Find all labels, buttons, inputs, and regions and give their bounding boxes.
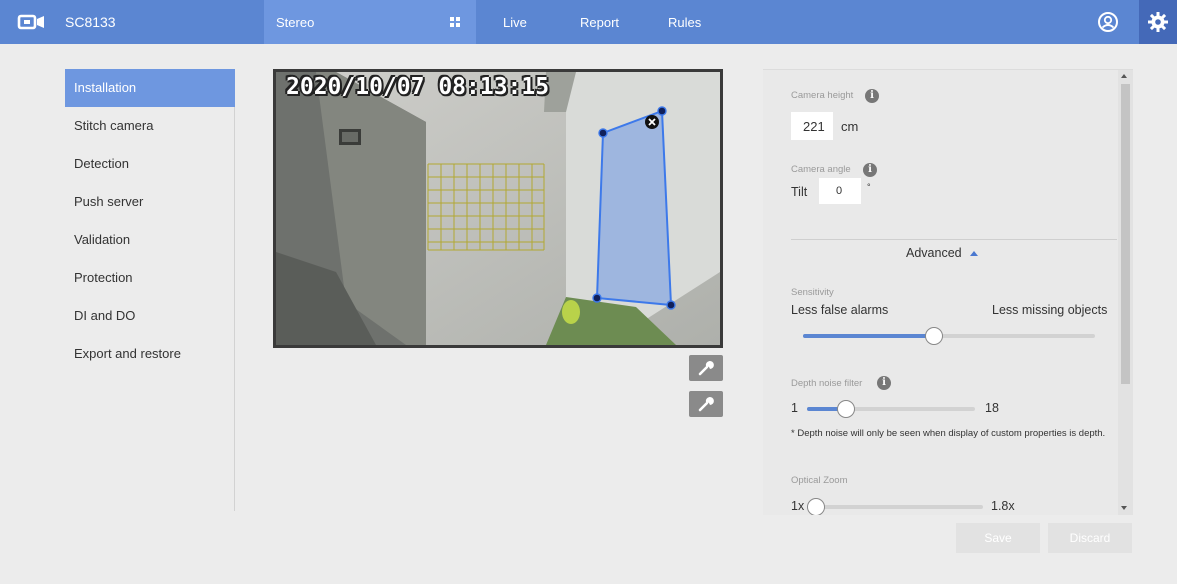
scrollbar-thumb[interactable]: [1121, 84, 1130, 384]
sidebar-item-validation[interactable]: Validation: [65, 221, 235, 259]
sensitivity-right-label: Less missing objects: [992, 303, 1108, 317]
info-icon[interactable]: i: [877, 376, 891, 390]
tilt-label: Tilt: [791, 185, 808, 199]
scroll-down-icon[interactable]: [1121, 506, 1127, 510]
slider-knob[interactable]: [836, 400, 855, 418]
top-bar: SC8133 Stereo Live Report Rules: [0, 0, 1177, 44]
user-icon[interactable]: [1097, 11, 1119, 33]
nav-live[interactable]: Live: [503, 15, 527, 30]
sidebar-item-push-server[interactable]: Push server: [65, 183, 235, 221]
nav-rules[interactable]: Rules: [668, 15, 701, 30]
video-timestamp: 2020/10/07 08:13:15: [286, 74, 550, 100]
sidebar-item-protection[interactable]: Protection: [65, 259, 235, 297]
sidebar-item-di-and-do[interactable]: DI and DO: [65, 297, 235, 335]
nav-report[interactable]: Report: [580, 15, 619, 30]
slider-knob[interactable]: [806, 498, 825, 515]
discard-button[interactable]: Discard: [1048, 523, 1132, 553]
grid-icon[interactable]: [450, 17, 460, 27]
camera-scene: [276, 72, 720, 345]
wrench-icon: [698, 361, 714, 376]
section-divider: [791, 239, 1117, 240]
camera-angle-label: Camera angle: [791, 164, 851, 175]
close-icon[interactable]: [645, 115, 659, 129]
settings-button[interactable]: [1139, 0, 1177, 44]
device-model: SC8133: [65, 14, 116, 30]
optical-zoom-min: 1x: [791, 499, 805, 513]
gear-icon: [1148, 12, 1168, 32]
sidebar-item-detection[interactable]: Detection: [65, 145, 235, 183]
wrench-icon: [698, 397, 714, 412]
vivotek-logo-icon[interactable]: [17, 13, 47, 31]
tilt-input[interactable]: [819, 178, 861, 204]
depth-noise-note: * Depth noise will only be seen when dis…: [791, 428, 1106, 439]
camera-height-unit: cm: [841, 119, 859, 134]
sidebar: Installation Stitch camera Detection Pus…: [65, 69, 235, 511]
depth-noise-filter-label: Depth noise filter: [791, 378, 863, 389]
camera-height-input[interactable]: [791, 112, 833, 140]
save-button[interactable]: Save: [956, 523, 1040, 553]
slider-fill: [803, 334, 935, 338]
sensitivity-label: Sensitivity: [791, 287, 834, 298]
sidebar-item-stitch-camera[interactable]: Stitch camera: [65, 107, 235, 145]
sensitivity-slider[interactable]: [803, 327, 1095, 345]
info-icon[interactable]: i: [863, 163, 877, 177]
video-tool-button[interactable]: [689, 355, 723, 381]
video-tool-button-2[interactable]: [689, 391, 723, 417]
sidebar-item-export-and-restore[interactable]: Export and restore: [65, 335, 235, 373]
camera-video-view[interactable]: 2020/10/07 08:13:15: [273, 69, 723, 348]
depth-noise-slider[interactable]: [807, 400, 975, 418]
tilt-unit: °: [867, 182, 871, 192]
optical-zoom-slider[interactable]: [806, 498, 983, 515]
advanced-toggle[interactable]: Advanced: [906, 246, 978, 260]
settings-panel: Camera height i cm Camera angle i Tilt °…: [763, 69, 1133, 515]
advanced-label: Advanced: [906, 246, 962, 260]
depth-noise-min: 1: [791, 401, 798, 415]
stereo-mode-selector[interactable]: Stereo: [264, 0, 476, 44]
optical-zoom-max: 1.8x: [991, 499, 1015, 513]
camera-height-label: Camera height: [791, 90, 854, 101]
chevron-up-icon: [969, 251, 978, 257]
mode-label: Stereo: [276, 15, 315, 30]
info-icon[interactable]: i: [865, 89, 879, 103]
sensitivity-left-label: Less false alarms: [791, 303, 889, 317]
slider-knob[interactable]: [925, 327, 944, 345]
optical-zoom-label: Optical Zoom: [791, 475, 848, 486]
sidebar-item-installation[interactable]: Installation: [65, 69, 235, 107]
scroll-up-icon[interactable]: [1121, 74, 1127, 78]
depth-noise-max: 18: [985, 401, 999, 415]
